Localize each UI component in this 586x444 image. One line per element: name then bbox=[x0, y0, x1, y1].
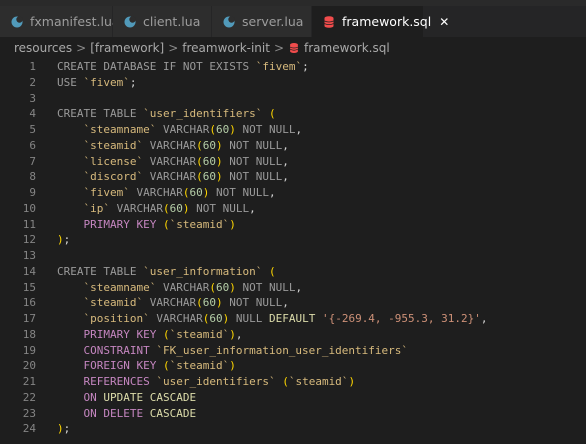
code-line[interactable]: 7 `license` VARCHAR(60) NOT NULL, bbox=[0, 154, 586, 170]
line-number: 8 bbox=[29, 170, 36, 184]
line-number: 11 bbox=[22, 217, 36, 231]
code-line[interactable]: 10 `ip` VARCHAR(60) NOT NULL, bbox=[0, 201, 586, 217]
line-number: 18 bbox=[22, 327, 36, 341]
code-text: `fivem` VARCHAR(60) NOT NULL, bbox=[83, 186, 276, 199]
line-number: 23 bbox=[22, 406, 36, 420]
moon-icon bbox=[222, 15, 236, 29]
line-number: 9 bbox=[29, 186, 36, 199]
code-text: `steamname` VARCHAR(60) NOT NULL, bbox=[83, 123, 303, 136]
breadcrumb-item[interactable]: resources bbox=[14, 41, 72, 55]
line-number: 6 bbox=[29, 138, 36, 152]
code-text: USE `fivem`; bbox=[57, 75, 137, 89]
line-number: 24 bbox=[22, 422, 36, 436]
line-number: 2 bbox=[29, 75, 36, 89]
line-number: 21 bbox=[22, 375, 36, 388]
code-line[interactable]: 17 `position` VARCHAR(60) NULL DEFAULT '… bbox=[0, 311, 586, 327]
code-text: PRIMARY KEY (`steamid`), bbox=[83, 327, 243, 341]
line-number: 13 bbox=[22, 249, 36, 262]
breadcrumb-item[interactable]: [framework] bbox=[90, 41, 164, 55]
code-line[interactable]: 13 bbox=[0, 248, 586, 264]
tab-label: fxmanifest.lua bbox=[30, 14, 120, 29]
code-line[interactable]: 23 ON DELETE CASCADE bbox=[0, 406, 586, 422]
code-line[interactable]: 1 CREATE DATABASE IF NOT EXISTS `fivem`; bbox=[0, 59, 586, 75]
breadcrumb-item[interactable]: freamwork-init bbox=[182, 41, 270, 55]
tab-label: client.lua bbox=[143, 14, 201, 29]
code-text: ); bbox=[57, 233, 71, 247]
code-text: CREATE TABLE `user_identifiers` ( bbox=[57, 107, 276, 121]
code-text: FOREIGN KEY (`steamid`) bbox=[83, 359, 236, 373]
code-text: REFERENCES `user_identifiers` (`steamid`… bbox=[83, 375, 356, 388]
breadcrumb: resources > [framework] > freamwork-init > fra… bbox=[0, 38, 586, 58]
tab-client-lua[interactable]: client.lua bbox=[113, 6, 212, 37]
database-icon bbox=[288, 42, 300, 54]
code-line[interactable]: 2 USE `fivem`; bbox=[0, 75, 586, 91]
line-number: 15 bbox=[22, 280, 36, 294]
code-line[interactable]: 21 REFERENCES `user_identifiers` (`steam… bbox=[0, 374, 586, 390]
code-text: `steamid` VARCHAR(60) NOT NULL, bbox=[83, 138, 289, 152]
line-number: 3 bbox=[29, 91, 36, 105]
moon-icon bbox=[123, 15, 137, 29]
code-line[interactable]: 14 CREATE TABLE `user_information` ( bbox=[0, 264, 586, 280]
line-number: 19 bbox=[22, 343, 36, 357]
code-text: ); bbox=[57, 422, 71, 436]
code-text: CREATE TABLE `user_information` ( bbox=[57, 264, 276, 278]
code-text: `discord` VARCHAR(60) NOT NULL, bbox=[83, 170, 289, 184]
code-line[interactable]: 18 PRIMARY KEY (`steamid`), bbox=[0, 327, 586, 343]
code-line[interactable]: 4 CREATE TABLE `user_identifiers` ( bbox=[0, 106, 586, 122]
breadcrumb-item[interactable]: framework.sql bbox=[304, 41, 390, 55]
code-text: CREATE DATABASE IF NOT EXISTS `fivem`; bbox=[57, 60, 309, 73]
editor-tab-bar: fxmanifest.lua client.lua server.lua framew… bbox=[0, 6, 586, 38]
code-text: `license` VARCHAR(60) NOT NULL, bbox=[83, 154, 289, 168]
tab-framework-sql[interactable]: framework.sql ✕ bbox=[312, 6, 449, 37]
line-number: 14 bbox=[22, 264, 36, 278]
code-line[interactable]: 12); bbox=[0, 232, 586, 248]
breadcrumb-separator: > bbox=[168, 41, 179, 55]
breadcrumb-separator: > bbox=[76, 41, 87, 55]
code-text: `ip` VARCHAR(60) NOT NULL, bbox=[83, 201, 256, 215]
code-line[interactable]: 9 `fivem` VARCHAR(60) NOT NULL, bbox=[0, 185, 586, 201]
code-line[interactable]: 16 `steamid` VARCHAR(60) NOT NULL, bbox=[0, 295, 586, 311]
line-number: 4 bbox=[29, 107, 36, 121]
close-icon[interactable]: ✕ bbox=[439, 15, 449, 29]
code-line[interactable]: 11 PRIMARY KEY (`steamid`) bbox=[0, 217, 586, 233]
code-line[interactable]: 5 `steamname` VARCHAR(60) NOT NULL, bbox=[0, 122, 586, 138]
breadcrumb-separator: > bbox=[273, 41, 285, 55]
code-text: PRIMARY KEY (`steamid`) bbox=[83, 217, 236, 231]
line-number: 1 bbox=[29, 60, 36, 73]
line-number: 17 bbox=[22, 312, 36, 325]
line-number: 10 bbox=[22, 201, 36, 215]
tab-label: framework.sql bbox=[342, 14, 432, 29]
tab-server-lua[interactable]: server.lua bbox=[212, 6, 312, 37]
line-number: 22 bbox=[22, 390, 36, 404]
code-text: `steamname` VARCHAR(60) NOT NULL, bbox=[83, 280, 303, 294]
code-line[interactable]: 22 ON UPDATE CASCADE bbox=[0, 390, 586, 406]
code-line[interactable]: 8 `discord` VARCHAR(60) NOT NULL, bbox=[0, 169, 586, 185]
code-text: ON DELETE CASCADE bbox=[83, 406, 197, 420]
line-number: 20 bbox=[22, 359, 36, 373]
code-line[interactable]: 6 `steamid` VARCHAR(60) NOT NULL, bbox=[0, 138, 586, 154]
code-text: ON UPDATE CASCADE bbox=[83, 390, 197, 404]
code-editor[interactable]: 1 CREATE DATABASE IF NOT EXISTS `fivem`; 2… bbox=[0, 58, 586, 437]
line-number: 16 bbox=[22, 296, 36, 310]
code-line[interactable]: 19 CONSTRAINT `FK_user_information_user_… bbox=[0, 343, 586, 359]
line-number: 12 bbox=[22, 233, 36, 247]
tab-label: server.lua bbox=[242, 14, 304, 29]
code-text: CONSTRAINT `FK_user_information_user_ide… bbox=[83, 343, 409, 357]
code-text: `steamid` VARCHAR(60) NOT NULL, bbox=[83, 296, 289, 310]
code-line[interactable]: 15 `steamname` VARCHAR(60) NOT NULL, bbox=[0, 280, 586, 296]
code-text: `position` VARCHAR(60) NULL DEFAULT '{-2… bbox=[83, 312, 488, 325]
line-number: 5 bbox=[29, 123, 36, 136]
tab-fxmanifest-lua[interactable]: fxmanifest.lua bbox=[0, 6, 120, 37]
code-line[interactable]: 3 bbox=[0, 91, 586, 107]
moon-icon bbox=[10, 15, 24, 29]
database-icon bbox=[322, 15, 336, 29]
line-number: 7 bbox=[29, 154, 36, 168]
code-line[interactable]: 24); bbox=[0, 421, 586, 437]
code-line[interactable]: 20 FOREIGN KEY (`steamid`) bbox=[0, 358, 586, 374]
